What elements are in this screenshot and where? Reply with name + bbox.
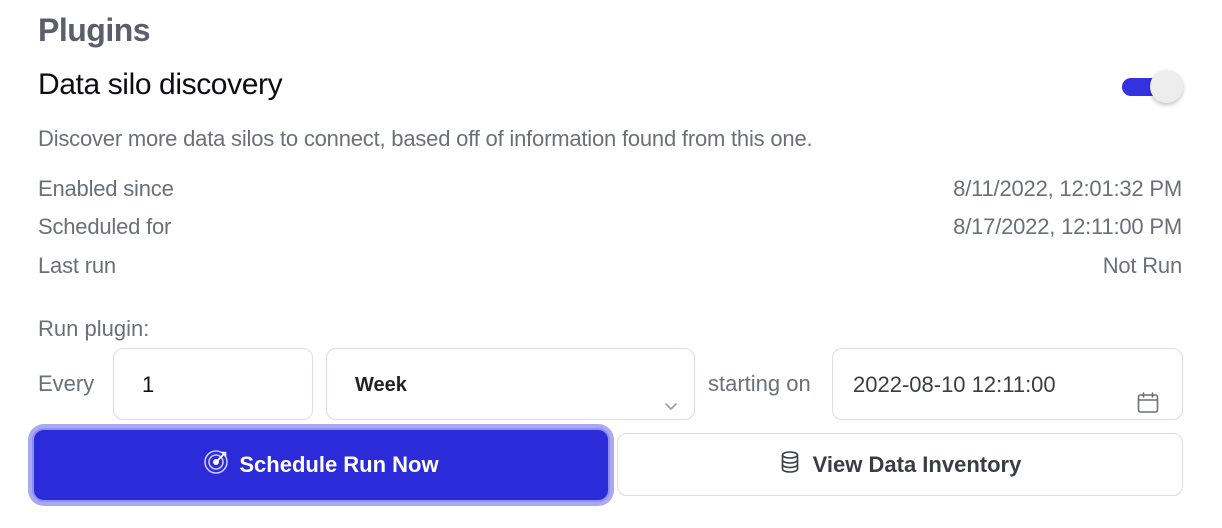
scheduled-for-label: Scheduled for bbox=[38, 214, 172, 239]
run-plugin-label: Run plugin: bbox=[38, 316, 150, 341]
database-icon bbox=[779, 450, 801, 480]
toggle-knob bbox=[1150, 70, 1183, 103]
last-run-label: Last run bbox=[38, 253, 116, 278]
start-datetime-value: 2022-08-10 12:11:00 bbox=[853, 372, 1056, 397]
plugin-enabled-toggle[interactable] bbox=[1120, 70, 1184, 106]
section-title: Plugins bbox=[38, 12, 151, 48]
interval-unit-value: Week bbox=[355, 374, 407, 396]
plugin-description: Discover more data silos to connect, bas… bbox=[38, 126, 813, 151]
enabled-since-value: 8/11/2022, 12:01:32 PM bbox=[953, 176, 1182, 201]
plugin-name: Data silo discovery bbox=[38, 68, 283, 101]
starting-on-label: starting on bbox=[708, 371, 811, 396]
target-icon bbox=[203, 449, 229, 481]
last-run-value: Not Run bbox=[1102, 253, 1183, 278]
schedule-run-now-button[interactable]: Schedule Run Now bbox=[32, 428, 610, 502]
schedule-run-now-label: Schedule Run Now bbox=[239, 452, 439, 477]
view-data-inventory-label: View Data Inventory bbox=[812, 451, 1022, 477]
view-data-inventory-button[interactable]: View Data Inventory bbox=[617, 433, 1183, 496]
every-label: Every bbox=[38, 371, 95, 396]
interval-unit-select[interactable]: Week bbox=[326, 348, 695, 420]
interval-input[interactable]: 1 bbox=[113, 348, 313, 420]
scheduled-for-value: 8/17/2022, 12:11:00 PM bbox=[953, 214, 1182, 239]
start-datetime-input[interactable]: 2022-08-10 12:11:00 bbox=[832, 348, 1183, 420]
enabled-since-label: Enabled since bbox=[38, 176, 174, 201]
